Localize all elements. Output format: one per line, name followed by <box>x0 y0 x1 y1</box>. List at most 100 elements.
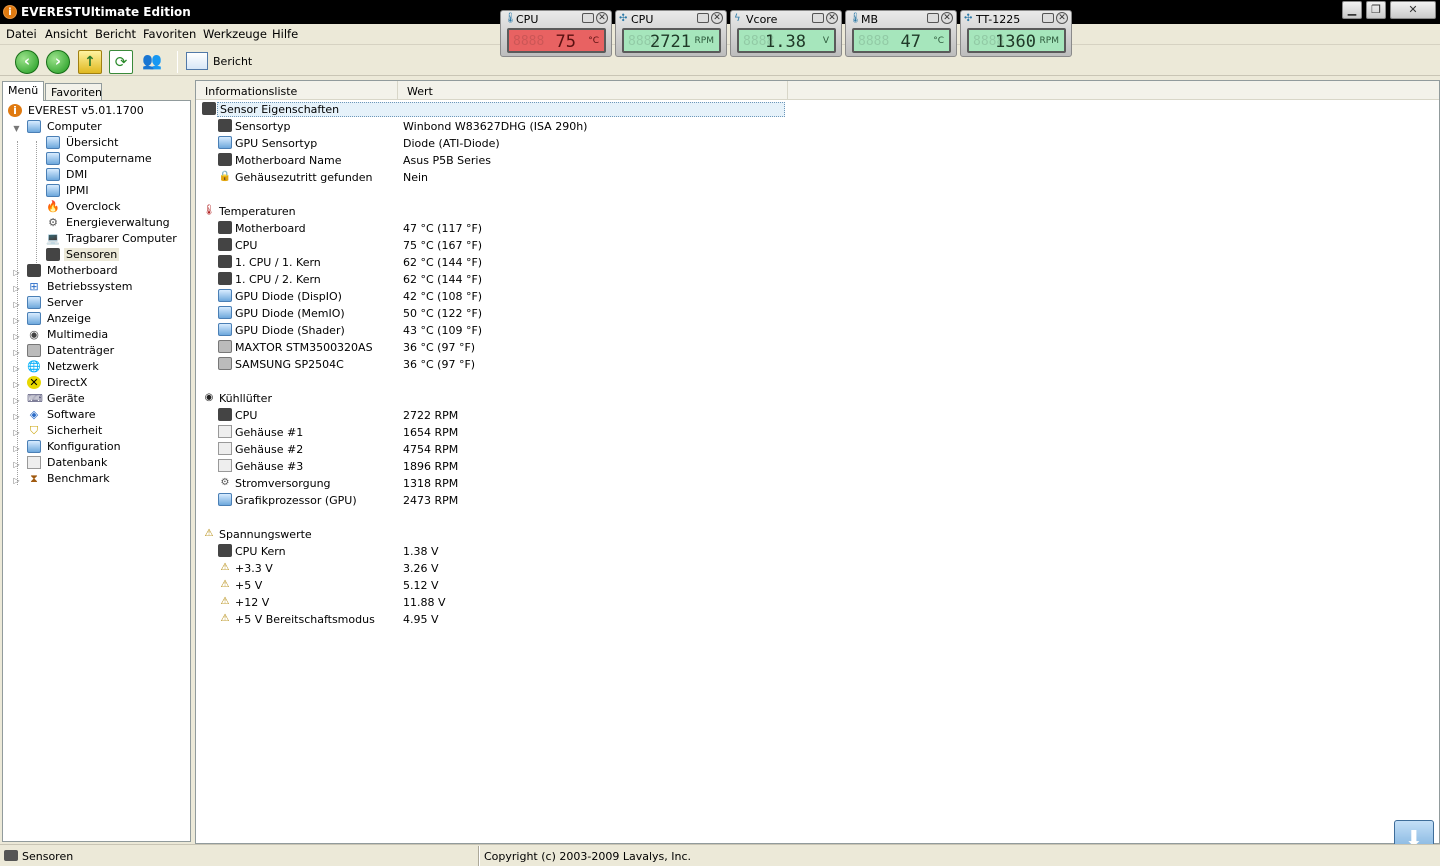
collapse-icon[interactable]: ▼ <box>12 124 21 133</box>
expand-icon[interactable]: ▷ <box>12 380 21 389</box>
list-item[interactable]: ⚙ Stromversorgung 1318 RPM <box>196 475 796 492</box>
expand-icon[interactable]: ▷ <box>12 332 21 341</box>
expand-icon[interactable]: ▷ <box>12 412 21 421</box>
gadget-close-icon[interactable]: ✕ <box>826 12 838 24</box>
devices-icon: ⌨ <box>27 392 43 405</box>
gadget-unit: V <box>822 36 829 46</box>
expand-icon[interactable]: ▷ <box>12 268 21 277</box>
expand-icon[interactable]: ▷ <box>12 284 21 293</box>
tab-favorites[interactable]: Favoriten <box>45 83 102 100</box>
list-item[interactable]: SAMSUNG SP2504C 36 °C (97 °F) <box>196 356 796 373</box>
item-label: CPU Kern <box>235 545 286 558</box>
list-item[interactable]: Sensortyp Winbond W83627DHG (ISA 290h) <box>196 118 796 135</box>
refresh-icon[interactable]: ⟳ <box>109 50 133 74</box>
gadget-close-icon[interactable]: ✕ <box>941 12 953 24</box>
gadget-cpu-temp[interactable]: 🌡 CPU ✕ 8888 75 °C <box>500 10 612 57</box>
expand-icon[interactable]: ▷ <box>12 396 21 405</box>
expand-icon[interactable]: ▷ <box>12 348 21 357</box>
menu-datei[interactable]: Datei <box>6 27 37 41</box>
gadget-display: 8888 75 °C <box>507 28 606 53</box>
list-item[interactable]: 1. CPU / 1. Kern 62 °C (144 °F) <box>196 254 796 271</box>
maximize-button[interactable]: ❐ <box>1366 1 1386 19</box>
list-item[interactable]: ⚠ +5 V Bereitschaftsmodus 4.95 V <box>196 611 796 628</box>
column-header-wert[interactable]: Wert <box>398 81 788 99</box>
forward-arrow-icon[interactable]: › <box>46 50 70 74</box>
power-plug-icon: ⚙ <box>220 477 230 488</box>
list-item[interactable]: ⚠ +3.3 V 3.26 V <box>196 560 796 577</box>
list-item[interactable]: CPU Kern 1.38 V <box>196 543 796 560</box>
gadget-cpu-fan[interactable]: ✣ CPU ✕ 8888 2721 RPM <box>615 10 727 57</box>
list-item[interactable]: Motherboard 47 °C (117 °F) <box>196 220 796 237</box>
expand-icon[interactable]: ▷ <box>12 316 21 325</box>
gadget-vcore[interactable]: ϟ Vcore ✕ 8888 1.38 V <box>730 10 842 57</box>
gadget-settings-icon[interactable] <box>697 13 709 23</box>
list-item[interactable]: Gehäuse #3 1896 RPM <box>196 458 796 475</box>
back-arrow-icon[interactable]: ‹ <box>15 50 39 74</box>
menu-bericht[interactable]: Bericht <box>95 27 136 41</box>
software-icon: ◈ <box>29 408 39 421</box>
gadget-settings-icon[interactable] <box>582 13 594 23</box>
expand-icon[interactable]: ▷ <box>12 428 21 437</box>
menu-werkzeuge[interactable]: Werkzeuge <box>203 27 267 41</box>
expand-icon[interactable]: ▷ <box>12 460 21 469</box>
menu-favoriten[interactable]: Favoriten <box>143 27 196 41</box>
list-item[interactable]: CPU 2722 RPM <box>196 407 796 424</box>
expand-icon[interactable]: ▷ <box>12 364 21 373</box>
report-button[interactable]: Bericht <box>186 52 254 72</box>
expand-icon[interactable]: ▷ <box>12 444 21 453</box>
gadget-unit: RPM <box>694 36 714 46</box>
close-button[interactable]: ✕ <box>1390 1 1436 19</box>
section-temperaturen[interactable]: 🌡 Temperaturen <box>196 203 796 220</box>
minimize-button[interactable]: ▁ <box>1342 1 1362 19</box>
gadget-mb-temp[interactable]: 🌡 MB ✕ 8888 47 °C <box>845 10 957 57</box>
list-item[interactable]: 🔒 Gehäusezutritt gefunden Nein <box>196 169 796 186</box>
list-item[interactable]: GPU Diode (DispIO) 42 °C (108 °F) <box>196 288 796 305</box>
tree-label: DMI <box>66 168 88 181</box>
item-label: SAMSUNG SP2504C <box>235 358 344 371</box>
section-kuehlluefter[interactable]: ◉ Kühllüfter <box>196 390 796 407</box>
users-icon[interactable]: 👥 <box>140 50 164 74</box>
gadget-close-icon[interactable]: ✕ <box>1056 12 1068 24</box>
thermometer-icon: 🌡 <box>504 13 517 24</box>
list-item[interactable]: ⚠ +5 V 5.12 V <box>196 577 796 594</box>
section-sensor-eigenschaften[interactable]: Sensor Eigenschaften <box>196 101 796 118</box>
report-icon <box>186 52 208 70</box>
list-item[interactable]: MAXTOR STM3500320AS 36 °C (97 °F) <box>196 339 796 356</box>
item-label: MAXTOR STM3500320AS <box>235 341 373 354</box>
toolbar-separator <box>177 51 178 73</box>
list-item[interactable]: GPU Diode (MemIO) 50 °C (122 °F) <box>196 305 796 322</box>
gadget-value: 1.38 <box>765 32 806 52</box>
list-item[interactable]: Grafikprozessor (GPU) 2473 RPM <box>196 492 796 509</box>
tree-label: Overclock <box>66 200 121 213</box>
list-item[interactable]: GPU Diode (Shader) 43 °C (109 °F) <box>196 322 796 339</box>
list-item[interactable]: Motherboard Name Asus P5B Series <box>196 152 796 169</box>
gadget-settings-icon[interactable] <box>812 13 824 23</box>
fan-icon: ✣ <box>964 13 973 24</box>
list-item[interactable]: 1. CPU / 2. Kern 62 °C (144 °F) <box>196 271 796 288</box>
gadget-close-icon[interactable]: ✕ <box>711 12 723 24</box>
column-header-informationsliste[interactable]: Informationsliste <box>196 81 398 99</box>
menu-ansicht[interactable]: Ansicht <box>45 27 87 41</box>
item-label: GPU Diode (Shader) <box>235 324 345 337</box>
hard-disk-icon <box>27 344 41 357</box>
up-folder-icon[interactable]: ↑ <box>78 50 102 74</box>
expand-icon[interactable]: ▷ <box>12 300 21 309</box>
gadget-settings-icon[interactable] <box>1042 13 1054 23</box>
gadget-settings-icon[interactable] <box>927 13 939 23</box>
gadget-close-icon[interactable]: ✕ <box>596 12 608 24</box>
list-item[interactable]: Gehäuse #2 4754 RPM <box>196 441 796 458</box>
menu-hilfe[interactable]: Hilfe <box>272 27 298 41</box>
list-item[interactable]: CPU 75 °C (167 °F) <box>196 237 796 254</box>
item-value: 62 °C (144 °F) <box>403 256 483 269</box>
gadget-tt1225-fan[interactable]: ✣ TT-1225 ✕ 8888 1360 RPM <box>960 10 1072 57</box>
section-spannungswerte[interactable]: ⚠ Spannungswerte <box>196 526 796 543</box>
tree-label: Computer <box>47 120 102 133</box>
expand-icon[interactable]: ▷ <box>12 476 21 485</box>
item-label: Gehäuse #1 <box>235 426 304 439</box>
tree-label: Sensoren <box>64 248 120 261</box>
list-item[interactable]: Gehäuse #1 1654 RPM <box>196 424 796 441</box>
list-item[interactable]: GPU Sensortyp Diode (ATI-Diode) <box>196 135 796 152</box>
tab-menu[interactable]: Menü <box>2 81 44 101</box>
list-item[interactable]: ⚠ +12 V 11.88 V <box>196 594 796 611</box>
item-value: 36 °C (97 °F) <box>403 341 476 354</box>
